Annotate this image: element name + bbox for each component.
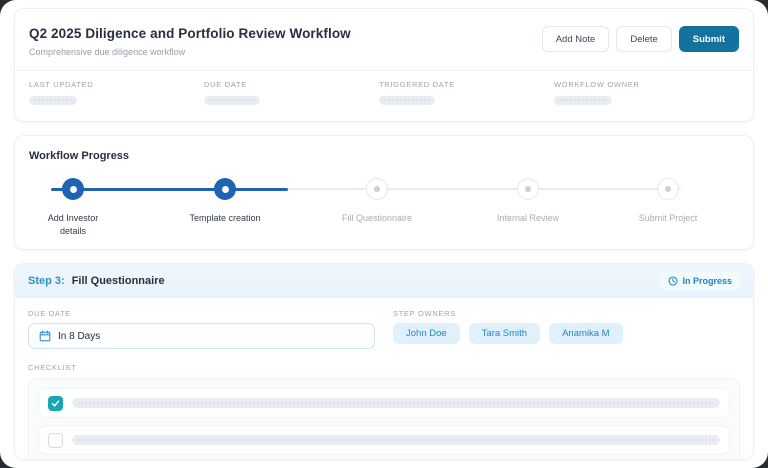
step-node-submit-project[interactable]: [657, 178, 679, 200]
step-panel-header: Step 3: Fill Questionnaire In Progress: [15, 264, 753, 298]
progress-title: Workflow Progress: [29, 150, 130, 162]
step-node-dot: [665, 186, 671, 192]
step-title: Fill Questionnaire: [71, 274, 165, 287]
meta-label: DUE DATE: [204, 80, 247, 89]
meta-value-placeholder: [204, 96, 260, 105]
checklist-item: [38, 388, 730, 418]
meta-workflow-owner: WORKFLOW OWNER: [554, 80, 729, 105]
checklist-label: CHECKLIST: [28, 363, 77, 372]
page-subtitle: Comprehensive due diligence workflow: [29, 47, 186, 57]
owner-chip-tara-smith[interactable]: Tara Smith: [468, 323, 541, 344]
meta-due-date: DUE DATE: [204, 80, 379, 105]
checklist-item-placeholder: [72, 398, 720, 408]
step-3-panel: Step 3: Fill Questionnaire In Progress D…: [14, 263, 754, 460]
step-node-add-investor-details[interactable]: [62, 178, 84, 200]
step-node-dot: [525, 186, 531, 192]
checkbox-checked[interactable]: [48, 395, 63, 411]
step-node-dot: [374, 186, 380, 192]
step-label: Internal Review: [496, 213, 560, 223]
step-label: Add Investor details: [47, 213, 99, 236]
submit-button[interactable]: Submit: [678, 26, 739, 52]
meta-row: LAST UPDATED DUE DATE TRIGGERED DATE WOR…: [15, 71, 753, 105]
meta-value-placeholder: [379, 96, 435, 105]
meta-triggered-date: TRIGGERED DATE: [379, 80, 554, 105]
workflow-stepper: Add Investor details Template creation F…: [29, 176, 739, 248]
workflow-progress-card: Workflow Progress Add Investor details T…: [14, 135, 754, 250]
header-actions: Add Note Delete Submit: [541, 26, 739, 52]
page-title: Q2 2025 Diligence and Portfolio Review W…: [29, 26, 351, 41]
clock-icon: [668, 275, 679, 286]
meta-label: TRIGGERED DATE: [379, 80, 455, 89]
meta-value-placeholder: [29, 96, 77, 105]
step-node-internal-review[interactable]: [517, 178, 539, 200]
calendar-icon: [39, 330, 51, 342]
step-owners-group: STEP OWNERS John Doe Tara Smith Anamika …: [393, 309, 740, 349]
step-label: Template creation: [189, 213, 261, 223]
due-date-label: DUE DATE: [28, 309, 71, 318]
step-label: Fill Questionnaire: [341, 213, 413, 223]
status-badge[interactable]: In Progress: [660, 271, 740, 290]
meta-last-updated: LAST UPDATED: [29, 80, 204, 105]
meta-label: WORKFLOW OWNER: [554, 80, 640, 89]
workflow-header-card: Q2 2025 Diligence and Portfolio Review W…: [14, 8, 754, 122]
step-node-fill-questionnaire[interactable]: [366, 178, 388, 200]
stepper-track-progress: [51, 187, 288, 191]
due-date-input[interactable]: In 8 Days: [28, 323, 375, 349]
due-date-field-group: DUE DATE In 8 Days: [28, 309, 375, 349]
meta-value-placeholder: [554, 96, 612, 105]
step-owners-label: STEP OWNERS: [393, 309, 456, 318]
checkbox-unchecked[interactable]: [48, 432, 63, 448]
step-panel-body: DUE DATE In 8 Days STEP OWNERS John Doe …: [15, 298, 753, 459]
check-icon: [51, 399, 60, 407]
checklist-item-placeholder: [72, 435, 720, 445]
checklist-container: [28, 378, 740, 459]
workflow-page: Q2 2025 Diligence and Portfolio Review W…: [0, 0, 768, 468]
delete-button[interactable]: Delete: [616, 26, 672, 52]
owner-chip-john-doe[interactable]: John Doe: [393, 323, 460, 344]
due-date-value: In 8 Days: [58, 330, 101, 342]
step-node-template-creation[interactable]: [214, 178, 236, 200]
add-note-button[interactable]: Add Note: [541, 26, 610, 52]
step-label: Submit Project: [638, 213, 698, 223]
step-node-dot: [69, 185, 77, 193]
checklist-item: [38, 425, 730, 455]
title-block: Q2 2025 Diligence and Portfolio Review W…: [29, 26, 351, 57]
step-owner-chips: John Doe Tara Smith Anamika M: [393, 323, 740, 344]
status-badge-label: In Progress: [682, 275, 732, 286]
owner-chip-anamika-m[interactable]: Anamika M: [549, 323, 623, 344]
step-node-dot: [221, 185, 229, 193]
meta-label: LAST UPDATED: [29, 80, 94, 89]
step-number: Step 3:: [28, 274, 65, 287]
